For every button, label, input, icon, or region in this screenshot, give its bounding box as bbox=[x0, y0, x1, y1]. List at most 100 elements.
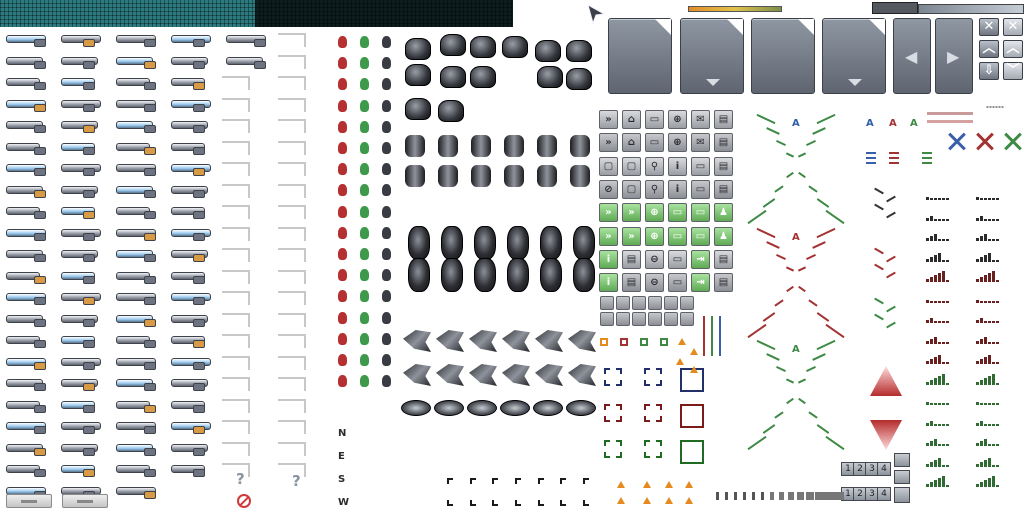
command-icon[interactable]: » bbox=[599, 203, 618, 223]
mini-command-icon[interactable] bbox=[600, 312, 614, 326]
command-icon[interactable]: ▤ bbox=[714, 133, 733, 153]
mini-command-icon[interactable] bbox=[616, 296, 630, 310]
signal-bar bbox=[926, 463, 929, 467]
orange-marker bbox=[665, 481, 673, 488]
command-icon[interactable]: ▭ bbox=[691, 203, 710, 223]
number-button[interactable]: 4 bbox=[877, 487, 891, 501]
scroll-up-button[interactable]: ︿ bbox=[979, 40, 999, 58]
command-icon[interactable]: ▭ bbox=[668, 249, 687, 269]
mini-command-icon[interactable] bbox=[616, 312, 630, 326]
empty-slot-bracket bbox=[278, 248, 306, 262]
hud-letter: A bbox=[889, 118, 897, 129]
command-icon[interactable]: ▢ bbox=[599, 156, 618, 176]
command-icon[interactable]: ▭ bbox=[691, 226, 710, 246]
command-icon[interactable]: » bbox=[599, 133, 618, 153]
mini-command-icon[interactable] bbox=[648, 312, 662, 326]
command-icon[interactable]: ▭ bbox=[691, 179, 710, 199]
signal-bar bbox=[992, 198, 995, 200]
command-icon[interactable]: ▭ bbox=[668, 273, 687, 293]
command-icon[interactable]: ▭ bbox=[691, 156, 710, 176]
minus-button[interactable] bbox=[894, 453, 910, 467]
flat-button[interactable] bbox=[6, 494, 52, 508]
command-icon[interactable]: ⚲ bbox=[645, 156, 664, 176]
command-icon[interactable]: ▢ bbox=[622, 179, 641, 199]
mini-command-icon[interactable] bbox=[632, 296, 646, 310]
scroll-left-button[interactable]: ◀ bbox=[893, 18, 931, 94]
command-icon[interactable]: ⊖ bbox=[645, 249, 664, 269]
command-icon[interactable]: ⌂ bbox=[622, 110, 641, 129]
close-button-hover[interactable]: ✕ bbox=[1003, 18, 1023, 36]
command-icon[interactable]: » bbox=[599, 110, 618, 129]
command-icon[interactable]: ♟ bbox=[714, 226, 733, 246]
hud-segment bbox=[766, 127, 780, 135]
range-bar bbox=[703, 316, 705, 356]
command-icon[interactable]: ▤ bbox=[622, 273, 641, 293]
command-icon[interactable]: ⊕ bbox=[645, 203, 664, 223]
command-icon[interactable]: i bbox=[668, 179, 687, 199]
command-icon[interactable]: ▭ bbox=[668, 226, 687, 246]
mini-command-icon[interactable] bbox=[680, 312, 694, 326]
mini-command-icon[interactable] bbox=[680, 296, 694, 310]
empty-slot-bracket bbox=[222, 205, 250, 219]
signal-bar bbox=[996, 218, 999, 221]
mini-controls[interactable] bbox=[872, 2, 918, 14]
command-icon[interactable]: ▭ bbox=[645, 133, 664, 153]
mini-command-icon[interactable] bbox=[600, 296, 614, 310]
command-icon[interactable]: ⊕ bbox=[668, 110, 687, 129]
scroll-down-button[interactable]: ﹀ bbox=[1003, 62, 1023, 80]
command-icon[interactable]: » bbox=[622, 203, 641, 223]
hud-segment bbox=[774, 299, 784, 307]
panel-button[interactable] bbox=[608, 18, 672, 94]
mini-command-icon[interactable] bbox=[648, 296, 662, 310]
command-icon[interactable]: ⌂ bbox=[622, 133, 641, 153]
signal-bar bbox=[992, 464, 995, 467]
hud-segment bbox=[776, 253, 786, 261]
mini-command-icon[interactable] bbox=[632, 312, 646, 326]
command-icon[interactable]: i bbox=[599, 249, 618, 269]
command-icon[interactable]: ▤ bbox=[714, 179, 733, 199]
panel-button-expand[interactable] bbox=[822, 18, 886, 94]
number-button[interactable]: 4 bbox=[877, 462, 891, 476]
mini-command-icon[interactable] bbox=[664, 312, 678, 326]
plus-button[interactable] bbox=[894, 487, 910, 503]
command-icon[interactable]: ⊕ bbox=[645, 226, 664, 246]
scroll-up-button-hover[interactable]: ︿ bbox=[1003, 40, 1023, 58]
command-icon[interactable]: » bbox=[599, 226, 618, 246]
warning-up-icon bbox=[870, 366, 902, 396]
command-icon[interactable]: ♟ bbox=[714, 203, 733, 223]
scroll-right-button[interactable]: ▶ bbox=[935, 18, 973, 94]
command-icon[interactable]: ▢ bbox=[622, 156, 641, 176]
mini-command-icon[interactable] bbox=[664, 296, 678, 310]
command-icon[interactable]: ⊖ bbox=[645, 273, 664, 293]
panel-button-expand[interactable] bbox=[680, 18, 744, 94]
command-icon[interactable]: ▤ bbox=[714, 273, 733, 293]
command-icon[interactable]: ⇥ bbox=[691, 273, 710, 293]
hud-letter: A bbox=[792, 344, 800, 355]
command-icon[interactable]: » bbox=[622, 226, 641, 246]
signal-bar bbox=[984, 234, 987, 241]
command-icon[interactable]: ⊕ bbox=[668, 133, 687, 153]
command-icon[interactable]: ▤ bbox=[714, 110, 733, 129]
command-icon[interactable]: ▭ bbox=[668, 203, 687, 223]
hud-segment bbox=[886, 255, 896, 263]
download-button[interactable]: ⇩ bbox=[979, 62, 999, 80]
unit-marker bbox=[382, 311, 391, 324]
flat-button[interactable] bbox=[62, 494, 108, 508]
command-icon[interactable]: ⇥ bbox=[691, 249, 710, 269]
command-icon[interactable]: i bbox=[668, 156, 687, 176]
weapon-sprite bbox=[224, 52, 276, 70]
panel-button[interactable] bbox=[751, 18, 815, 94]
command-icon[interactable]: ▤ bbox=[622, 249, 641, 269]
command-icon[interactable]: i bbox=[599, 273, 618, 293]
command-icon[interactable]: ▭ bbox=[645, 110, 664, 129]
unit-marker bbox=[338, 120, 347, 133]
command-icon[interactable]: ⚲ bbox=[645, 179, 664, 199]
close-button[interactable]: ✕ bbox=[979, 18, 999, 36]
command-icon[interactable]: ✉ bbox=[691, 133, 710, 153]
command-icon[interactable]: ▤ bbox=[714, 249, 733, 269]
weapon-stock bbox=[193, 125, 205, 133]
minus-button[interactable] bbox=[894, 470, 910, 484]
command-icon[interactable]: ✉ bbox=[691, 110, 710, 129]
command-icon[interactable]: ▤ bbox=[714, 156, 733, 176]
command-icon[interactable]: ⊘ bbox=[599, 179, 618, 199]
